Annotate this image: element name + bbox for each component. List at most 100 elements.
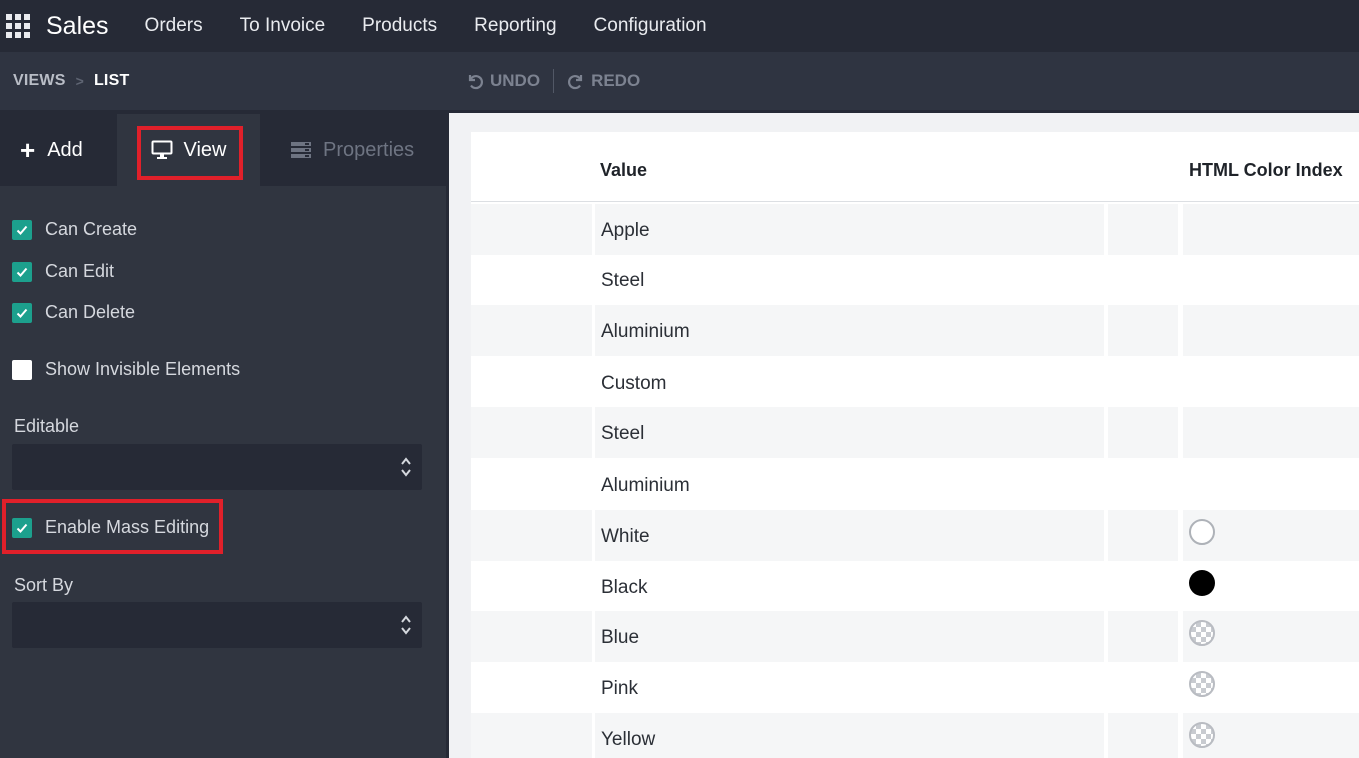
sidebar-tabs: + Add View Properties <box>0 110 446 186</box>
mass-editing-option[interactable]: Enable Mass Editing <box>12 517 209 538</box>
table-cell <box>471 459 592 510</box>
table-cell <box>595 611 1104 662</box>
table-cell <box>595 561 1104 612</box>
row-value: Steel <box>601 270 645 291</box>
table-cell <box>1183 459 1359 510</box>
mass-editing-checkbox[interactable] <box>12 517 32 538</box>
table-row[interactable]: Custom <box>471 357 1359 408</box>
color-swatch-icon <box>1189 519 1215 545</box>
can-create-label: Can Create <box>45 219 138 239</box>
table-cell <box>1108 713 1178 758</box>
table-cell <box>595 510 1104 561</box>
table-row[interactable]: Steel <box>471 407 1359 458</box>
can-delete-label: Can Delete <box>45 302 136 322</box>
menu-reporting[interactable]: Reporting <box>474 15 556 37</box>
row-value: Yellow <box>601 729 656 750</box>
table-cell <box>471 305 592 356</box>
breadcrumb-views[interactable]: VIEWS <box>13 72 66 90</box>
breadcrumb: VIEWS > LIST <box>13 52 129 110</box>
sort-by-select[interactable] <box>12 602 422 648</box>
menu-configuration[interactable]: Configuration <box>594 15 707 37</box>
table-row[interactable]: White <box>471 510 1359 561</box>
table-row[interactable]: Aluminium <box>471 305 1359 356</box>
menu-to-invoice[interactable]: To Invoice <box>240 15 326 37</box>
table-cell <box>1183 357 1359 408</box>
table-cell <box>471 357 592 408</box>
table-row[interactable]: Steel <box>471 254 1359 305</box>
table-cell <box>471 254 592 305</box>
tab-add[interactable]: + Add <box>0 114 117 186</box>
table-cell <box>471 561 592 612</box>
undo-icon <box>468 75 483 90</box>
can-delete-checkbox[interactable] <box>12 302 32 323</box>
row-value: Aluminium <box>601 321 690 342</box>
editable-label: Editable <box>14 416 80 436</box>
table-cell <box>471 204 592 255</box>
table-row[interactable]: Aluminium <box>471 459 1359 510</box>
table-cell <box>471 510 592 561</box>
undo-button[interactable]: UNDO <box>466 71 540 91</box>
sort-by-label: Sort By <box>14 575 74 595</box>
tab-properties[interactable]: Properties <box>260 114 446 186</box>
editable-select[interactable] <box>12 444 422 490</box>
app-name[interactable]: Sales <box>46 12 109 41</box>
column-header-value[interactable]: Value <box>600 160 647 181</box>
select-arrows-icon <box>401 615 411 635</box>
menu-products[interactable]: Products <box>362 15 437 37</box>
column-header-html-color-index[interactable]: HTML Color Index <box>1189 160 1343 181</box>
redo-button[interactable]: REDO <box>567 71 640 91</box>
table-row[interactable]: Yellow <box>471 713 1359 758</box>
table-cell <box>1108 561 1178 612</box>
table-cell <box>595 662 1104 713</box>
table-row[interactable]: Black <box>471 561 1359 612</box>
row-value: Steel <box>601 423 645 444</box>
select-arrows-icon <box>401 457 411 477</box>
table-cell <box>595 713 1104 758</box>
table-cell <box>471 713 592 758</box>
table-cell <box>1183 204 1359 255</box>
tab-add-label: Add <box>47 138 83 161</box>
table-cell <box>471 407 592 458</box>
table-cell <box>1108 407 1178 458</box>
checkmark-icon <box>16 267 28 277</box>
undo-label: UNDO <box>490 71 541 90</box>
history-controls: UNDO REDO <box>466 52 640 110</box>
table-cell <box>1108 305 1178 356</box>
checkmark-icon <box>16 308 28 318</box>
plus-icon: + <box>20 135 36 165</box>
checkmark-icon <box>16 225 28 235</box>
table-cell <box>1108 611 1178 662</box>
table-cell <box>1108 510 1178 561</box>
row-value: Aluminium <box>601 475 690 496</box>
tab-view-label: View <box>183 138 227 161</box>
checkmark-icon <box>16 523 28 533</box>
menu-orders[interactable]: Orders <box>145 15 203 37</box>
table-row[interactable]: Apple <box>471 204 1359 255</box>
app-grid-icon[interactable] <box>6 14 30 38</box>
show-invisible-option[interactable]: Show Invisible Elements <box>12 359 240 380</box>
can-edit-label: Can Edit <box>45 261 115 281</box>
server-icon <box>291 142 311 158</box>
row-value: Black <box>601 577 648 598</box>
table-cell <box>595 407 1104 458</box>
can-create-option[interactable]: Can Create <box>12 219 137 240</box>
header-divider <box>471 201 1359 202</box>
table-cell <box>1108 357 1178 408</box>
tab-view[interactable]: View <box>117 114 260 186</box>
row-value: Apple <box>601 220 650 241</box>
tab-properties-label: Properties <box>323 138 415 161</box>
table-cell <box>1108 204 1178 255</box>
can-edit-checkbox[interactable] <box>12 261 32 282</box>
breadcrumb-list: LIST <box>93 72 130 89</box>
color-swatch-icon <box>1189 722 1215 748</box>
can-edit-option[interactable]: Can Edit <box>12 261 114 282</box>
row-value: Blue <box>601 627 640 648</box>
table-row[interactable]: Blue <box>471 611 1359 662</box>
color-swatch-icon <box>1189 671 1215 697</box>
show-invisible-checkbox[interactable] <box>12 359 32 380</box>
table-row[interactable]: Pink <box>471 662 1359 713</box>
show-invisible-label: Show Invisible Elements <box>45 359 241 379</box>
can-create-checkbox[interactable] <box>12 219 32 240</box>
table-cell <box>1108 662 1178 713</box>
can-delete-option[interactable]: Can Delete <box>12 302 135 323</box>
